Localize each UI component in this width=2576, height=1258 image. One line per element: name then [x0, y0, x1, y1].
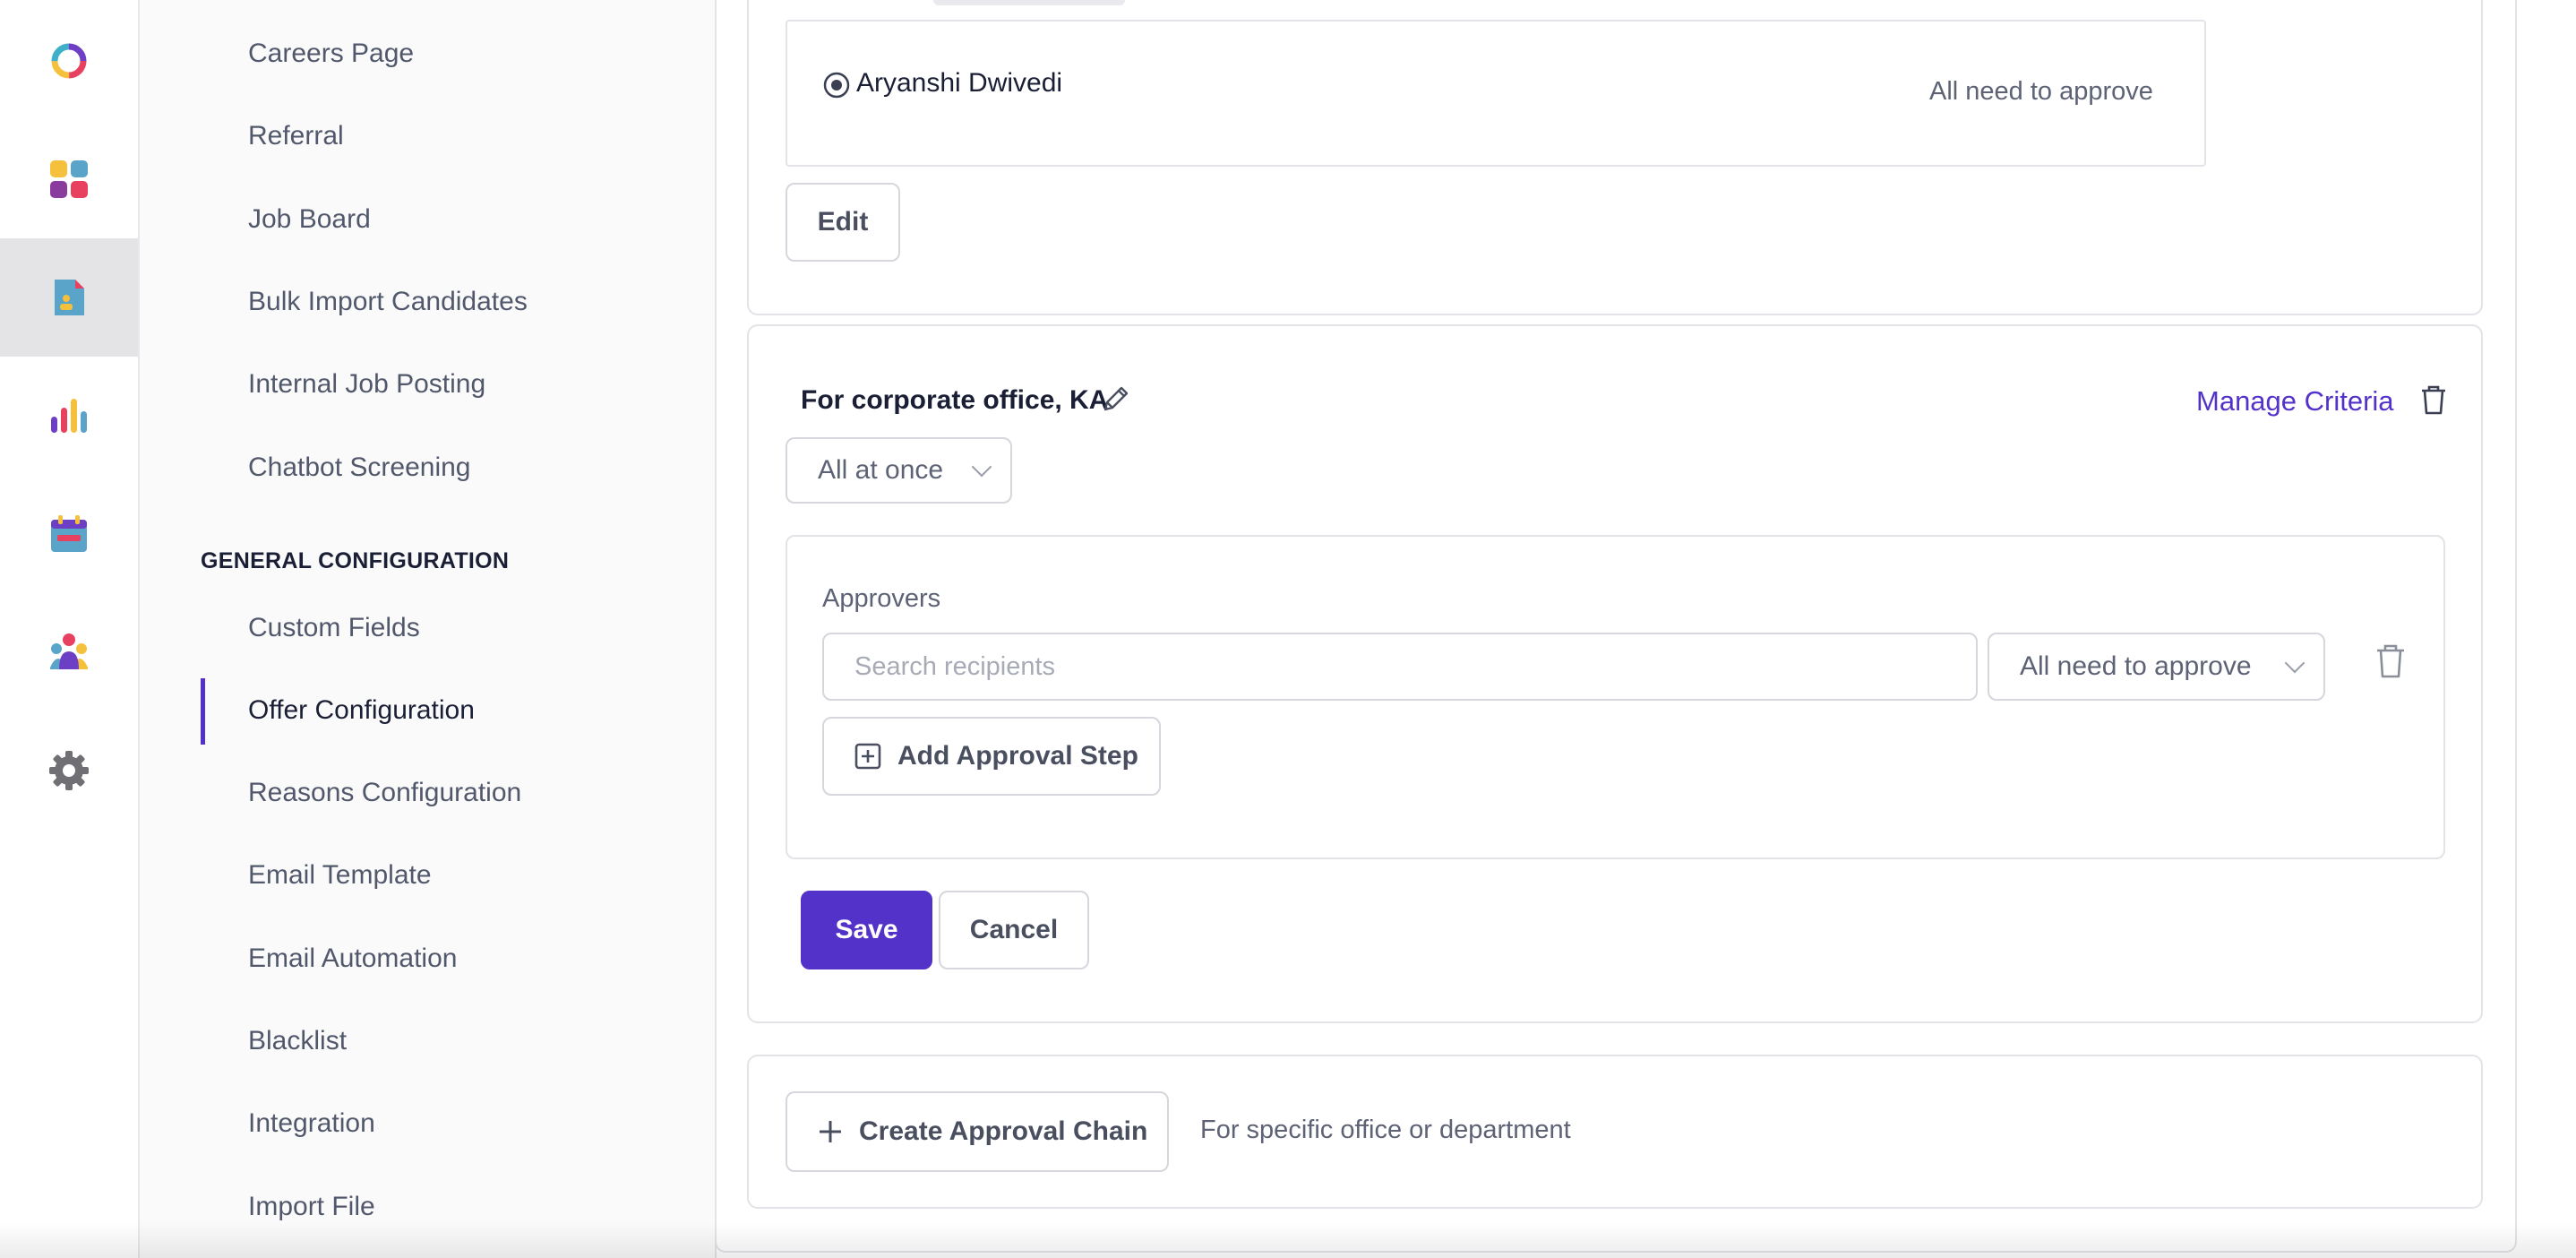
sidebar-item-integration[interactable]: Integration	[248, 1097, 375, 1150]
create-approval-chain-label: Create Approval Chain	[859, 1116, 1148, 1146]
approval-rule-value: All need to approve	[2020, 651, 2252, 681]
sidebar-item-chatbot-screening[interactable]: Chatbot Screening	[248, 441, 471, 495]
settings-gear-icon	[49, 751, 89, 790]
delete-chain-trash-icon[interactable]	[2418, 383, 2449, 416]
rail-item-reports[interactable]	[0, 357, 138, 475]
manage-criteria-link[interactable]: Manage Criteria	[2196, 385, 2394, 418]
reports-chart-icon	[51, 399, 87, 433]
search-recipients-input[interactable]	[822, 633, 1978, 701]
chevron-down-icon	[971, 456, 992, 478]
rail-item-settings[interactable]	[0, 711, 138, 830]
sidebar-item-email-template[interactable]: Email Template	[248, 849, 432, 902]
plus-icon	[820, 1121, 841, 1142]
radio-selected-icon	[823, 72, 850, 99]
icon-rail	[0, 0, 140, 1258]
sidebar-item-blacklist[interactable]: Blacklist	[248, 1014, 347, 1068]
sidebar-item-import-file[interactable]: Import File	[248, 1180, 375, 1234]
rail-item-home[interactable]	[0, 2, 138, 120]
dashboard-icon	[50, 160, 88, 198]
approval-mode-select[interactable]: All at once	[786, 437, 1012, 504]
active-indicator	[201, 678, 205, 745]
plus-square-icon	[854, 743, 881, 770]
save-button[interactable]: Save	[801, 891, 932, 969]
sidebar-item-bulk-import-candidates[interactable]: Bulk Import Candidates	[248, 275, 528, 329]
calendar-icon	[51, 515, 87, 552]
sidebar-item-offer-configuration[interactable]: Offer Configuration	[248, 684, 475, 737]
chain-title: For corporate office, KA	[801, 385, 1109, 415]
sidebar-item-internal-job-posting[interactable]: Internal Job Posting	[248, 358, 485, 411]
jobs-document-icon	[55, 280, 84, 315]
rail-item-calendar[interactable]	[0, 475, 138, 593]
sidebar-item-email-automation[interactable]: Email Automation	[248, 932, 457, 986]
rail-item-jobs[interactable]	[0, 238, 138, 357]
app-logo-icon	[51, 43, 87, 79]
rail-item-dashboard[interactable]	[0, 120, 138, 238]
section-heading-general-configuration: GENERAL CONFIGURATION	[201, 548, 510, 573]
rail-item-team[interactable]	[0, 593, 138, 711]
approval-rule-text: All need to approve	[1929, 77, 2153, 106]
sidebar-item-custom-fields[interactable]: Custom Fields	[248, 601, 420, 655]
team-icon	[50, 633, 88, 669]
chevron-down-icon	[2284, 652, 2306, 674]
cancel-button[interactable]: Cancel	[939, 891, 1089, 969]
sidebar-item-job-board[interactable]: Job Board	[248, 193, 371, 246]
approvers-label: Approvers	[822, 584, 941, 613]
add-approval-step-label: Add Approval Step	[897, 741, 1138, 771]
settings-sidebar: Careers Page Referral Job Board Bulk Imp…	[140, 0, 717, 1258]
scrolled-tab-fragment	[933, 0, 1125, 5]
delete-approver-trash-icon[interactable]	[2374, 643, 2407, 679]
edit-button[interactable]: Edit	[786, 183, 900, 262]
sidebar-item-referral[interactable]: Referral	[248, 109, 344, 163]
sidebar-item-reasons-configuration[interactable]: Reasons Configuration	[248, 766, 521, 820]
approval-rule-select[interactable]: All need to approve	[1988, 633, 2325, 701]
create-approval-chain-button[interactable]: Create Approval Chain	[786, 1091, 1169, 1172]
approval-mode-value: All at once	[818, 455, 944, 485]
approver-name: Aryanshi Dwivedi	[856, 68, 1063, 98]
edit-pencil-icon[interactable]	[1100, 383, 1132, 415]
sidebar-item-careers-page[interactable]: Careers Page	[248, 27, 414, 81]
create-chain-hint: For specific office or department	[1200, 1116, 1571, 1144]
add-approval-step-button[interactable]: Add Approval Step	[822, 717, 1161, 796]
